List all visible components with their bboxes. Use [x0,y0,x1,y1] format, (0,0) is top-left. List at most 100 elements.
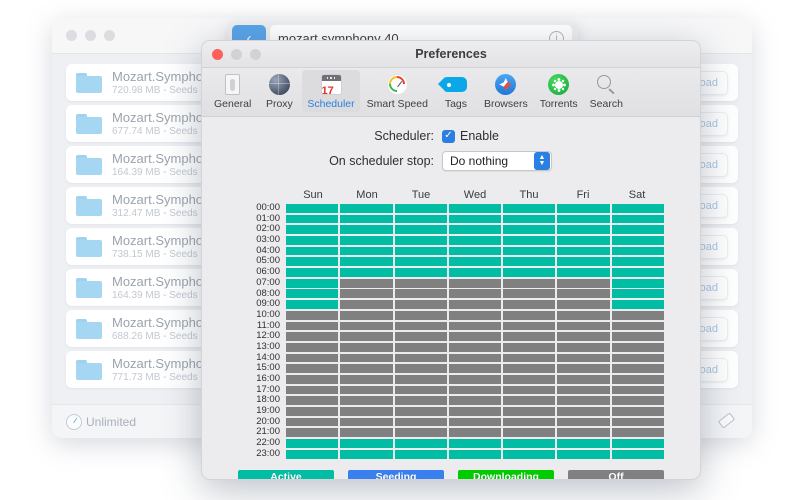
scheduler-cell[interactable] [612,396,664,405]
scheduler-cell[interactable] [340,236,392,245]
scheduler-cell[interactable] [449,247,501,256]
scheduler-cell[interactable] [340,343,392,352]
scheduler-cell[interactable] [612,300,664,309]
scheduler-cell[interactable] [503,322,555,331]
scheduler-cell[interactable] [395,247,447,256]
scheduler-cell[interactable] [503,311,555,320]
scheduler-cell[interactable] [286,428,338,437]
scheduler-cell[interactable] [340,268,392,277]
scheduler-cell[interactable] [612,386,664,395]
enable-checkbox-group[interactable]: ✓ Enable [442,129,638,143]
scheduler-cell[interactable] [395,204,447,213]
maximize-button[interactable] [104,30,115,41]
scheduler-cell[interactable] [395,300,447,309]
scheduler-cell[interactable] [395,322,447,331]
scheduler-cell[interactable] [557,375,609,384]
toolbar-item-tags[interactable]: Tags [435,70,477,112]
scheduler-cell[interactable] [286,354,338,363]
scheduler-cell[interactable] [557,354,609,363]
scheduler-cell[interactable] [449,375,501,384]
scheduler-cell[interactable] [449,354,501,363]
minimize-button[interactable] [85,30,96,41]
scheduler-cell[interactable] [286,396,338,405]
scheduler-cell[interactable] [340,247,392,256]
scheduler-cell[interactable] [395,279,447,288]
close-button[interactable] [66,30,77,41]
scheduler-cell[interactable] [395,407,447,416]
scheduler-cell[interactable] [449,257,501,266]
scheduler-cell[interactable] [557,386,609,395]
scheduler-cell[interactable] [286,257,338,266]
scheduler-cell[interactable] [557,322,609,331]
scheduler-cell[interactable] [340,375,392,384]
scheduler-cell[interactable] [340,418,392,427]
scheduler-cell[interactable] [503,225,555,234]
scheduler-cell[interactable] [449,311,501,320]
scheduler-cell[interactable] [503,375,555,384]
scheduler-cell[interactable] [612,343,664,352]
scheduler-cell[interactable] [449,418,501,427]
eraser-icon[interactable] [718,413,738,431]
scheduler-cell[interactable] [557,225,609,234]
scheduler-cell[interactable] [286,311,338,320]
speed-limit-status[interactable]: Unlimited [66,414,136,430]
scheduler-cell[interactable] [557,215,609,224]
scheduler-cell[interactable] [612,225,664,234]
scheduler-cell[interactable] [557,343,609,352]
toolbar-item-scheduler[interactable]: 17Scheduler [302,70,359,112]
scheduler-cell[interactable] [340,204,392,213]
scheduler-cell[interactable] [286,225,338,234]
scheduler-cell[interactable] [612,428,664,437]
scheduler-cell[interactable] [612,450,664,459]
scheduler-cell[interactable] [340,311,392,320]
scheduler-cell[interactable] [395,396,447,405]
scheduler-cell[interactable] [449,439,501,448]
scheduler-cell[interactable] [395,439,447,448]
scheduler-cell[interactable] [286,247,338,256]
scheduler-cell[interactable] [395,418,447,427]
scheduler-cell[interactable] [340,332,392,341]
scheduler-cell[interactable] [503,289,555,298]
scheduler-cell[interactable] [612,364,664,373]
scheduler-cell[interactable] [286,289,338,298]
preferences-window[interactable]: Preferences GeneralProxy17SchedulerSmart… [201,40,701,480]
scheduler-cell[interactable] [286,418,338,427]
scheduler-cell[interactable] [612,268,664,277]
scheduler-cell[interactable] [503,300,555,309]
scheduler-cell[interactable] [286,375,338,384]
scheduler-cell[interactable] [286,343,338,352]
scheduler-cell[interactable] [286,364,338,373]
scheduler-cell[interactable] [449,279,501,288]
scheduler-cell[interactable] [503,439,555,448]
scheduler-cell[interactable] [557,300,609,309]
scheduler-cell[interactable] [395,332,447,341]
toolbar-item-proxy[interactable]: Proxy [258,70,300,112]
scheduler-cell[interactable] [449,225,501,234]
scheduler-cell[interactable] [503,354,555,363]
scheduler-cell[interactable] [503,396,555,405]
scheduler-cell[interactable] [395,289,447,298]
toolbar-item-search[interactable]: Search [585,70,628,112]
scheduler-cell[interactable] [449,332,501,341]
scheduler-cell[interactable] [395,257,447,266]
scheduler-cell[interactable] [503,247,555,256]
scheduler-cell[interactable] [340,215,392,224]
scheduler-cell[interactable] [286,279,338,288]
scheduler-cell[interactable] [449,396,501,405]
scheduler-cell[interactable] [612,257,664,266]
toolbar-item-browsers[interactable]: Browsers [479,70,533,112]
chevron-updown-icon[interactable]: ▲▼ [534,152,550,170]
scheduler-cell[interactable] [395,268,447,277]
scheduler-cell[interactable] [503,418,555,427]
scheduler-cell[interactable] [449,407,501,416]
scheduler-cell[interactable] [612,439,664,448]
scheduler-grid[interactable]: SunMonTueWedThuFriSat 00:0001:0002:0003:… [202,187,700,460]
scheduler-cell[interactable] [286,215,338,224]
scheduler-cell[interactable] [612,311,664,320]
scheduler-cell[interactable] [557,450,609,459]
scheduler-cell[interactable] [340,439,392,448]
scheduler-cell[interactable] [449,300,501,309]
scheduler-cell[interactable] [340,354,392,363]
scheduler-cell[interactable] [612,375,664,384]
scheduler-cell[interactable] [612,418,664,427]
